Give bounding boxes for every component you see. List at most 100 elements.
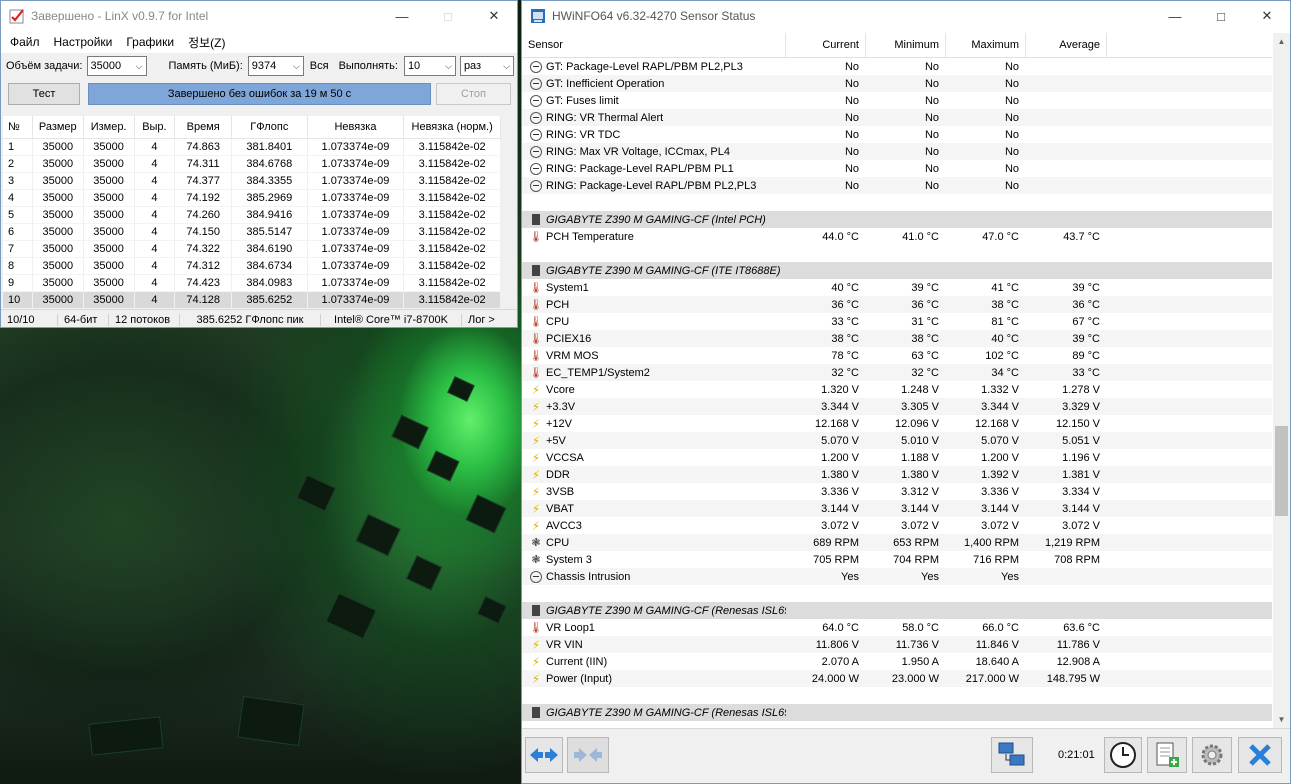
test-button[interactable]: Тест	[8, 83, 80, 105]
run-unit-select[interactable]: раз ⌵	[459, 56, 514, 76]
table-row[interactable]: 6 35000 35000 4 74.150 385.5147 1.073374e-09 3.…	[3, 223, 501, 241]
menu-settings[interactable]: Настройки	[47, 35, 120, 49]
sensor-group-row[interactable]: GIGABYTE Z390 M GAMING-CF (ITE IT8688E)	[522, 262, 1272, 279]
sensor-row[interactable]: 🌡 CPU 33 °C 31 °C 81 °C 67 °C	[522, 313, 1272, 330]
sensor-row[interactable]: GT: Fuses limit No No No	[522, 92, 1272, 109]
sensor-row[interactable]: ⚡ DDR 1.380 V 1.380 V 1.392 V 1.381 V	[522, 466, 1272, 483]
sensor-row[interactable]: ⚡ VBAT 3.144 V 3.144 V 3.144 V 3.144 V	[522, 500, 1272, 517]
table-row[interactable]: 9 35000 35000 4 74.423 384.0983 1.073374e-09 3.…	[3, 274, 501, 292]
sensor-row[interactable]: GT: Inefficient Operation No No No	[522, 75, 1272, 92]
sensor-row[interactable]: ⚡ +5V 5.070 V 5.010 V 5.070 V 5.051 V	[522, 432, 1272, 449]
sensor-maximum: 5.070 V	[981, 434, 1019, 447]
sensor-row[interactable]: ⚡ VR VIN 11.806 V 11.736 V 11.846 V 11.786 V	[522, 636, 1272, 653]
scroll-up-icon[interactable]: ▲	[1273, 33, 1290, 50]
sensor-group-row[interactable]: GIGABYTE Z390 M GAMING-CF (Intel PCH)	[522, 211, 1272, 228]
table-row[interactable]: 1 35000 35000 4 74.863 381.8401 1.073374e-09 3.…	[3, 138, 501, 156]
navigate-arrows-button[interactable]	[525, 737, 563, 773]
memory-select[interactable]: 9374 ⌵	[247, 56, 304, 76]
column-header[interactable]: Время	[174, 116, 233, 139]
table-row[interactable]: 4 35000 35000 4 74.192 385.2969 1.073374e-09 3.…	[3, 189, 501, 207]
sensor-row[interactable]: RING: Max VR Voltage, ICCmax, PL4 No No No	[522, 143, 1272, 160]
table-cell: 385.2969	[231, 189, 308, 207]
menu-file[interactable]: Файл	[3, 35, 47, 49]
sensor-current: 3.072 V	[821, 519, 859, 532]
table-cell: 35000	[83, 274, 135, 292]
table-row[interactable]: 7 35000 35000 4 74.322 384.6190 1.073374e-09 3.…	[3, 240, 501, 258]
sensor-row[interactable]: RING: VR TDC No No No	[522, 126, 1272, 143]
column-header[interactable]: ГФлопс	[231, 116, 308, 139]
sensor-row[interactable]: RING: VR Thermal Alert No No No	[522, 109, 1272, 126]
sensor-row[interactable]: GT: Package-Level RAPL/PBM PL2,PL3 No No No	[522, 58, 1272, 75]
sensor-row[interactable]: ⚡ VCCSA 1.200 V 1.188 V 1.200 V 1.196 V	[522, 449, 1272, 466]
sensor-row[interactable]: 🌡 PCIEX16 38 °C 38 °C 40 °C 39 °C	[522, 330, 1272, 347]
minimize-button[interactable]: —	[1152, 1, 1198, 31]
sensor-average: 39 °C	[1072, 332, 1100, 345]
col-current[interactable]: Current	[786, 33, 866, 57]
sensor-group-row[interactable]: GIGABYTE Z390 M GAMING-CF (Renesas ISL69…	[522, 704, 1272, 721]
column-header[interactable]: Невязка	[307, 116, 405, 139]
voltage-icon: ⚡	[531, 485, 541, 498]
sensor-row[interactable]: ⚡ Power (Input) 24.000 W 23.000 W 217.000 W 1…	[522, 670, 1272, 687]
close-sensors-button[interactable]	[1238, 737, 1282, 773]
sensor-row[interactable]: ❃ System 3 705 RPM 704 RPM 716 RPM 708 RPM	[522, 551, 1272, 568]
sensor-row[interactable]: ⚡ Current (IIN) 2.070 A 1.950 A 18.640 A 12.9…	[522, 653, 1272, 670]
sensor-row[interactable]: 🌡 VRM MOS 78 °C 63 °C 102 °C 89 °C	[522, 347, 1272, 364]
sensor-row[interactable]: 🌡 VR Loop1 64.0 °C 58.0 °C 66.0 °C 63.6 °C	[522, 619, 1272, 636]
column-header[interactable]: №	[3, 116, 33, 139]
run-count-select[interactable]: 10 ⌵	[403, 56, 456, 76]
sensor-row[interactable]: RING: Package-Level RAPL/PBM PL1 No No No	[522, 160, 1272, 177]
sensor-label: VRM MOS	[546, 349, 599, 362]
settings-button[interactable]	[1192, 737, 1232, 773]
stop-button[interactable]: Стоп	[436, 83, 511, 105]
table-row[interactable]: 10 35000 35000 4 74.128 385.6252 1.073374e-09 3…	[3, 291, 501, 309]
sensor-row[interactable]: ⚡ +12V 12.168 V 12.096 V 12.168 V 12.150 V	[522, 415, 1272, 432]
col-sensor[interactable]: Sensor	[522, 33, 786, 57]
add-report-button[interactable]	[1147, 737, 1187, 773]
sensor-row[interactable]: 🌡 PCH 36 °C 36 °C 38 °C 36 °C	[522, 296, 1272, 313]
close-button[interactable]: ✕	[1244, 1, 1290, 31]
navigate-arrows-alt-button[interactable]	[567, 737, 609, 773]
sensor-group-row[interactable]: GIGABYTE Z390 M GAMING-CF (Renesas ISL69…	[522, 602, 1272, 619]
clock-button[interactable]	[1104, 737, 1142, 773]
sensor-row[interactable]: ⚡ AVCC3 3.072 V 3.072 V 3.072 V 3.072 V	[522, 517, 1272, 534]
menu-graphs[interactable]: Графики	[119, 35, 181, 49]
col-maximum[interactable]: Maximum	[946, 33, 1026, 57]
sensor-row[interactable]: ⚡ 3VSB 3.336 V 3.312 V 3.336 V 3.334 V	[522, 483, 1272, 500]
network-button[interactable]	[991, 737, 1033, 773]
sensor-row[interactable]: 🌡 EC_TEMP1/System2 32 °C 32 °C 34 °C 33 °C	[522, 364, 1272, 381]
sensor-minimum: 1.380 V	[901, 468, 939, 481]
sensor-scrollbar[interactable]: ▲ ▼	[1273, 33, 1290, 728]
sensor-row[interactable]: RING: Package-Level RAPL/PBM PL2,PL3 No No…	[522, 177, 1272, 194]
scroll-down-icon[interactable]: ▼	[1273, 711, 1290, 728]
table-row[interactable]: 3 35000 35000 4 74.377 384.3355 1.073374e-09 3.…	[3, 172, 501, 190]
sensor-row[interactable]: ❃ CPU 689 RPM 653 RPM 1,400 RPM 1,219 RPM	[522, 534, 1272, 551]
column-header[interactable]: Выр.	[134, 116, 176, 139]
table-row[interactable]: 8 35000 35000 4 74.312 384.6734 1.073374e-09 3.…	[3, 257, 501, 275]
table-row[interactable]: 5 35000 35000 4 74.260 384.9416 1.073374e-09 3.…	[3, 206, 501, 224]
column-header[interactable]: Невязка (норм.)	[403, 116, 501, 139]
col-average[interactable]: Average	[1026, 33, 1107, 57]
scroll-thumb[interactable]	[1275, 426, 1288, 516]
all-memory-label[interactable]: Вся	[310, 60, 329, 72]
sensor-row[interactable]: 🌡 PCH Temperature 44.0 °C 41.0 °C 47.0 °C 43.…	[522, 228, 1272, 245]
sensor-row[interactable]: Chassis Intrusion Yes Yes Yes	[522, 568, 1272, 585]
maximize-button[interactable]: □	[1198, 1, 1244, 31]
table-scrollbar[interactable]	[501, 116, 517, 309]
sensor-average: 3.072 V	[1062, 519, 1100, 532]
maximize-button[interactable]: □	[425, 1, 471, 31]
results-table: № Размер Измер. Выр. Время ГФлопс Невязка Невяз…	[3, 116, 501, 309]
column-header[interactable]: Измер.	[83, 116, 135, 139]
table-cell: 2	[3, 155, 33, 173]
table-row[interactable]: 2 35000 35000 4 74.311 384.6768 1.073374e-09 3.…	[3, 155, 501, 173]
voltage-icon: ⚡	[531, 417, 541, 430]
col-minimum[interactable]: Minimum	[866, 33, 946, 57]
close-button[interactable]: ✕	[471, 1, 517, 31]
sensor-row[interactable]: ⚡ +3.3V 3.344 V 3.305 V 3.344 V 3.329 V	[522, 398, 1272, 415]
column-header[interactable]: Размер	[32, 116, 84, 139]
menu-info[interactable]: 정보(Z)	[181, 34, 232, 51]
sensor-row[interactable]: ⚡ Vcore 1.320 V 1.248 V 1.332 V 1.278 V	[522, 381, 1272, 398]
log-button[interactable]: Лог >	[462, 314, 501, 326]
sensor-row[interactable]: 🌡 System1 40 °C 39 °C 41 °C 39 °C	[522, 279, 1272, 296]
minimize-button[interactable]: —	[379, 1, 425, 31]
problem-size-select[interactable]: 35000 ⌵	[86, 56, 147, 76]
